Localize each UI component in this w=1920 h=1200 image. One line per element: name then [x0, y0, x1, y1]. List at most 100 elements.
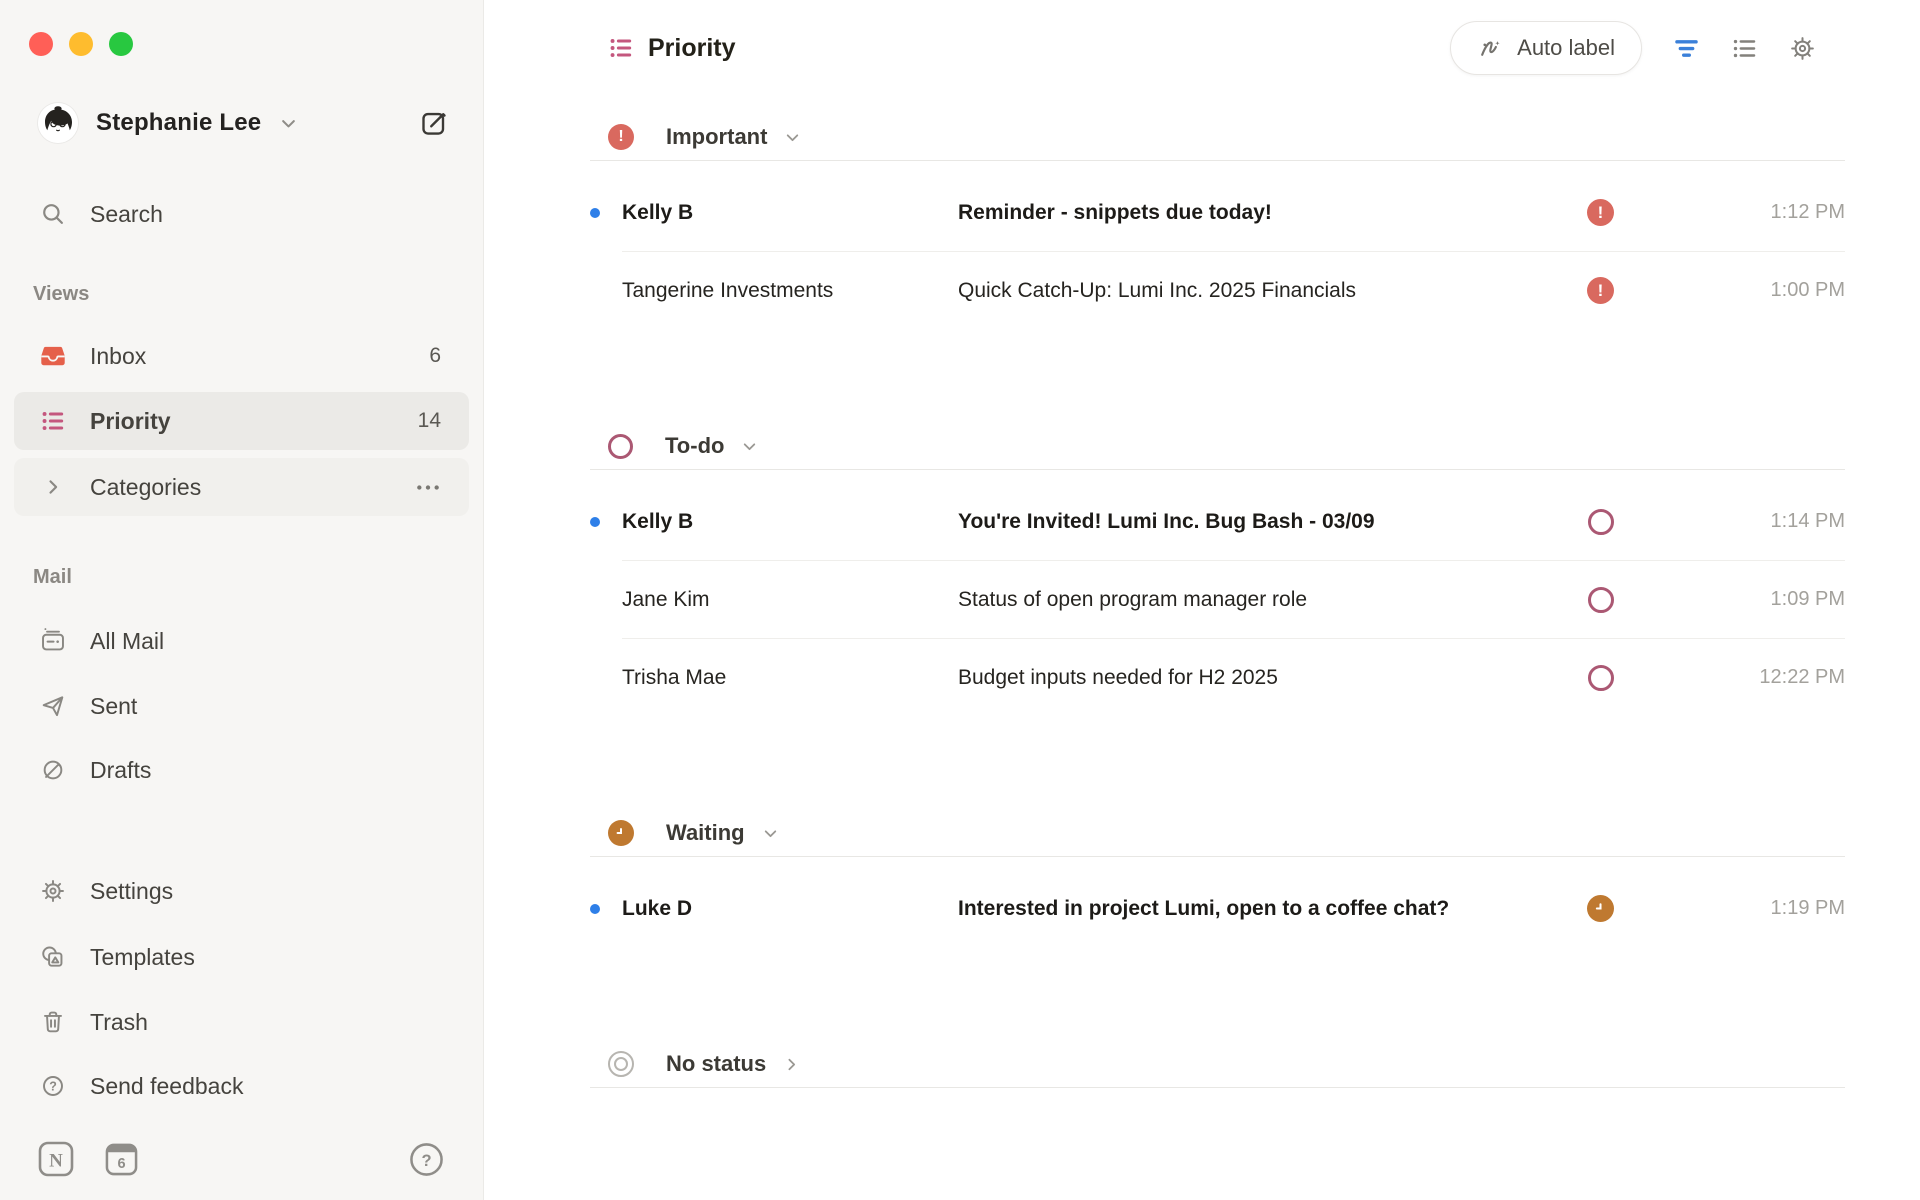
waiting-badge-icon[interactable] [1587, 895, 1614, 922]
group-header-important[interactable]: ! Important [590, 120, 1845, 154]
group-header-waiting[interactable]: Waiting [590, 816, 1845, 850]
view-title: Priority [608, 34, 736, 63]
sidebar-item-categories[interactable]: Categories [14, 458, 469, 516]
todo-badge-icon[interactable] [1588, 509, 1614, 535]
sidebar-item-label: Sent [90, 693, 137, 720]
group-no-status: No status [590, 1047, 1845, 1088]
email-time: 1:14 PM [1628, 510, 1845, 533]
sidebar-item-templates[interactable]: Templates [14, 928, 469, 986]
sidebar-item-label: Trash [90, 1009, 148, 1036]
sidebar-item-label: Send feedback [90, 1073, 243, 1100]
auto-label-button[interactable]: Auto label [1450, 21, 1642, 75]
group-label: No status [666, 1051, 766, 1077]
priority-list-icon [40, 408, 66, 434]
sidebar-item-label: Settings [90, 878, 173, 905]
group-label: To-do [665, 433, 724, 459]
sidebar-item-inbox[interactable]: Inbox 6 [14, 327, 469, 385]
sidebar-item-priority[interactable]: Priority 14 [14, 392, 469, 450]
email-row[interactable]: Trisha Mae Budget inputs needed for H2 2… [590, 639, 1845, 716]
calendar-icon[interactable]: 6 [105, 1143, 138, 1176]
unread-dot [590, 517, 600, 527]
email-time: 1:09 PM [1628, 588, 1845, 611]
sidebar-item-sent[interactable]: Sent [14, 677, 469, 735]
email-sender: Tangerine Investments [622, 279, 958, 303]
email-row[interactable]: Tangerine Investments Quick Catch-Up: Lu… [590, 252, 1845, 329]
toolbar: Auto label [1450, 21, 1816, 75]
page-title: Priority [648, 34, 736, 63]
send-plane-icon [40, 693, 66, 719]
window-minimize-button[interactable] [69, 32, 93, 56]
email-subject: Status of open program manager role [958, 588, 1573, 612]
waiting-clock-icon [608, 820, 634, 846]
group-label: Important [666, 124, 767, 150]
todo-badge-icon[interactable] [1588, 665, 1614, 691]
email-row[interactable]: Jane Kim Status of open program manager … [590, 561, 1845, 638]
group-header-no-status[interactable]: No status [590, 1047, 1845, 1081]
search-button[interactable]: Search [14, 185, 469, 243]
unread-dot [590, 904, 600, 914]
window-zoom-button[interactable] [109, 32, 133, 56]
todo-badge-icon[interactable] [1588, 587, 1614, 613]
all-mail-icon [40, 628, 66, 654]
chevron-down-icon[interactable] [784, 129, 801, 146]
sidebar-item-send-feedback[interactable]: ? Send feedback [14, 1057, 469, 1115]
auto-label-text: Auto label [1517, 35, 1615, 61]
sidebar-item-drafts[interactable]: Drafts [14, 741, 469, 799]
email-row[interactable]: Kelly B You're Invited! Lumi Inc. Bug Ba… [590, 483, 1845, 560]
filter-icon[interactable] [1673, 35, 1700, 62]
settings-gear-icon[interactable] [1789, 35, 1816, 62]
email-sender: Trisha Mae [622, 666, 958, 690]
email-sender: Kelly B [622, 201, 958, 225]
sidebar-item-label: Templates [90, 944, 195, 971]
chevron-down-icon[interactable] [741, 438, 758, 455]
email-sender: Jane Kim [622, 588, 958, 612]
main-panel: Priority Auto label [484, 0, 1920, 1200]
group-header-todo[interactable]: To-do [590, 429, 1845, 463]
important-badge-icon[interactable]: ! [1587, 277, 1614, 304]
email-subject: You're Invited! Lumi Inc. Bug Bash - 03/… [958, 510, 1573, 534]
chevron-down-icon[interactable] [762, 825, 779, 842]
window-close-button[interactable] [29, 32, 53, 56]
more-icon[interactable] [415, 483, 441, 492]
group-important: ! Important Kelly B Reminder - snippets … [590, 120, 1845, 329]
email-sender: Luke D [622, 897, 958, 921]
trash-icon [40, 1009, 66, 1035]
svg-text:?: ? [421, 1151, 431, 1170]
compose-icon[interactable] [419, 108, 449, 138]
email-row[interactable]: Kelly B Reminder - snippets due today! !… [590, 174, 1845, 251]
sidebar-item-label: Drafts [90, 757, 151, 784]
email-time: 1:12 PM [1628, 201, 1845, 224]
sidebar-item-label: Inbox [90, 343, 146, 370]
sidebar-item-trash[interactable]: Trash [14, 993, 469, 1051]
help-icon[interactable]: ? [409, 1142, 444, 1177]
gear-icon [40, 878, 66, 904]
email-row[interactable]: Luke D Interested in project Lumi, open … [590, 870, 1845, 947]
group-waiting: Waiting Luke D Interested in project Lum… [590, 816, 1845, 947]
user-name: Stephanie Lee [96, 109, 261, 137]
search-icon [40, 201, 66, 227]
sidebar-item-label: Priority [90, 408, 171, 435]
svg-text:?: ? [49, 1080, 57, 1094]
sidebar-item-all-mail[interactable]: All Mail [14, 612, 469, 670]
chevron-down-icon [279, 114, 298, 133]
email-subject: Quick Catch-Up: Lumi Inc. 2025 Financial… [958, 279, 1573, 303]
account-switcher[interactable]: Stephanie Lee [38, 100, 449, 146]
email-subject: Interested in project Lumi, open to a co… [958, 897, 1573, 921]
important-badge-icon[interactable]: ! [1587, 199, 1614, 226]
sidebar-item-settings[interactable]: Settings [14, 862, 469, 920]
inbox-icon [40, 343, 66, 369]
list-view-icon[interactable] [1731, 35, 1758, 62]
mail-section-header: Mail [33, 566, 72, 589]
chevron-right-icon[interactable] [783, 1056, 800, 1073]
important-status-icon: ! [608, 124, 634, 150]
svg-text:6: 6 [117, 1156, 125, 1172]
sidebar-item-label: All Mail [90, 628, 164, 655]
group-todo: To-do Kelly B You're Invited! Lumi Inc. … [590, 429, 1845, 716]
notion-logo-icon[interactable]: N [38, 1141, 74, 1177]
sidebar-item-label: Categories [90, 474, 201, 501]
chevron-right-icon [40, 474, 66, 500]
views-section-header: Views [33, 283, 89, 306]
email-time: 1:19 PM [1628, 897, 1845, 920]
priority-count: 14 [418, 409, 441, 433]
inbox-count: 6 [429, 344, 441, 368]
